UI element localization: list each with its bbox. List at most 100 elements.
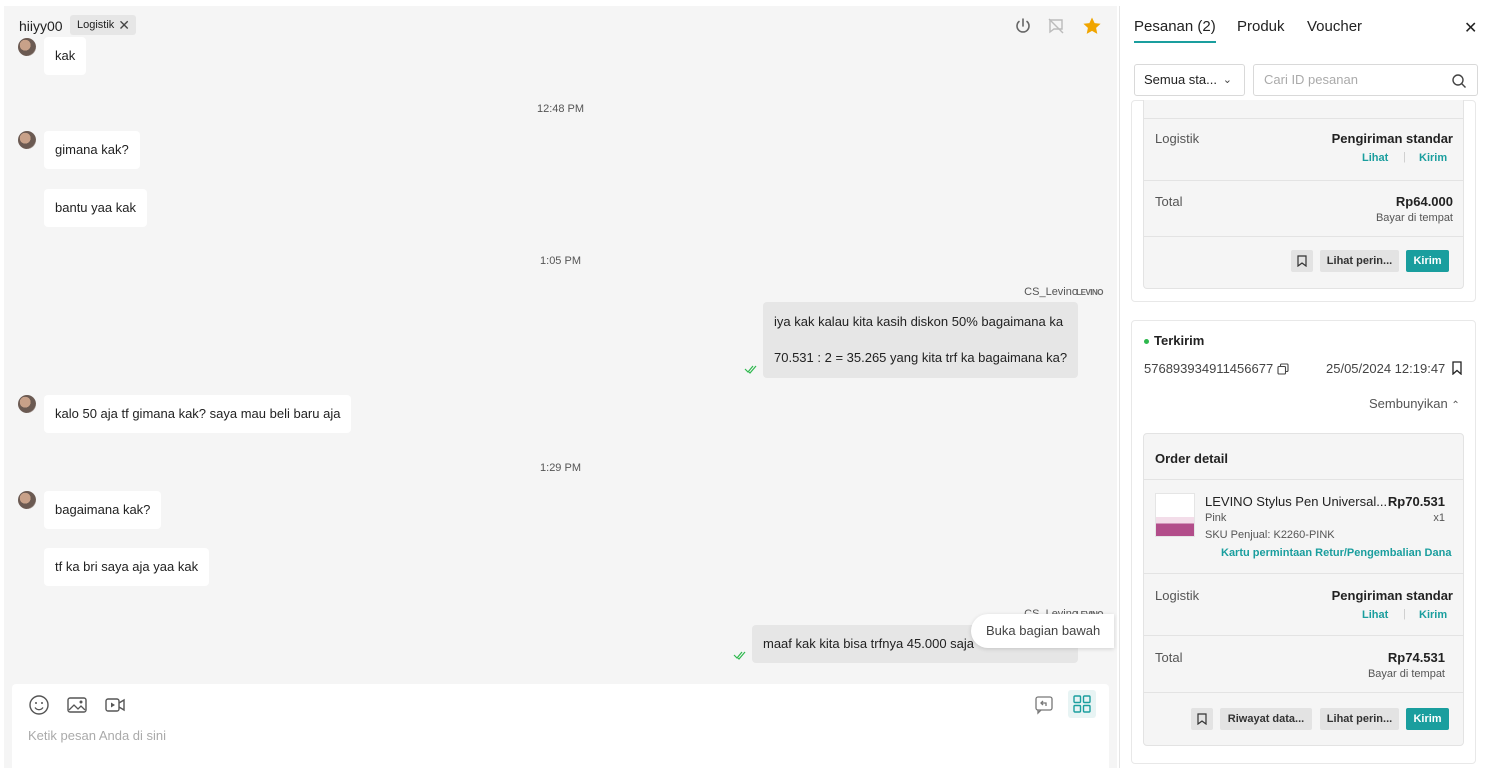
- status-filter-value: Semua sta...: [1144, 72, 1217, 87]
- order-status: Terkirim: [1154, 333, 1205, 348]
- view-shipping-link[interactable]: Lihat: [1362, 152, 1388, 164]
- logistic-value: Pengiriman standar: [1331, 131, 1453, 146]
- total-value: Rp74.531: [1387, 650, 1445, 665]
- product-name[interactable]: LEVINO Stylus Pen Universal...: [1205, 494, 1387, 509]
- chat-user-name: hiiyy00: [19, 18, 63, 34]
- read-check-icon: [744, 365, 757, 374]
- orders-panel: Pesanan (2) Produk Voucher ✕ Semua sta..…: [1119, 6, 1492, 768]
- timestamp: 1:05 PM: [540, 255, 581, 267]
- view-detail-button[interactable]: Lihat perin...: [1320, 708, 1399, 730]
- bookmark-icon: [1297, 255, 1307, 267]
- mark-unread-icon[interactable]: [1046, 16, 1066, 36]
- order-detail-box: Order detail LEVINO Stylus Pen Universal…: [1143, 433, 1464, 746]
- total-value: Rp64.000: [1395, 194, 1453, 209]
- payment-method: Bayar di tempat: [1367, 668, 1445, 680]
- panel-tabs: Pesanan (2) Produk Voucher ✕: [1120, 6, 1492, 46]
- send-shipping-link[interactable]: Kirim: [1419, 152, 1447, 164]
- bookmark-button[interactable]: [1291, 250, 1313, 272]
- send-button[interactable]: Kirim: [1406, 708, 1449, 730]
- divider: [1144, 118, 1463, 119]
- grid-icon: [1073, 695, 1091, 713]
- hide-details-toggle[interactable]: Sembunyikan ⌃: [1369, 396, 1460, 411]
- scroll-to-bottom-button[interactable]: Buka bagian bawah: [971, 614, 1114, 648]
- return-request-link[interactable]: Kartu permintaan Retur/Pengembalian Dana: [1221, 547, 1451, 559]
- tab-vouchers[interactable]: Voucher: [1307, 18, 1362, 35]
- emoji-icon[interactable]: [28, 694, 50, 716]
- divider: [1144, 236, 1463, 237]
- message-bubble: gimana kak?: [44, 131, 140, 169]
- video-icon[interactable]: [104, 694, 126, 716]
- order-card: Terkirim 576893934911456677 25/05/2024 1…: [1131, 320, 1476, 764]
- timestamp: 12:48 PM: [536, 103, 585, 115]
- chat-area: hiiyy00 Logistik ✕ kak 12:48 PM gimana k…: [4, 6, 1117, 768]
- sender-logo: LEVINO: [1076, 288, 1103, 297]
- power-icon[interactable]: [1013, 16, 1033, 36]
- bookmark-icon[interactable]: [1452, 361, 1462, 375]
- customer-avatar: [18, 491, 36, 509]
- search-placeholder: Cari ID pesanan: [1264, 72, 1358, 87]
- order-card: Logistik Pengiriman standar Lihat | Kiri…: [1131, 100, 1476, 302]
- customer-avatar: [18, 38, 36, 56]
- star-icon[interactable]: [1082, 16, 1102, 36]
- send-button[interactable]: Kirim: [1406, 250, 1449, 272]
- message-bubble: kalo 50 aja tf gimana kak? saya mau beli…: [44, 395, 352, 433]
- message-bubble: bantu yaa kak: [44, 189, 147, 227]
- message-bubble: tf ka bri saya aja yaa kak: [44, 548, 210, 586]
- total-label: Total: [1155, 194, 1183, 209]
- tab-products[interactable]: Produk: [1237, 18, 1285, 35]
- payment-method: Bayar di tempat: [1375, 212, 1453, 224]
- image-icon[interactable]: [66, 694, 88, 716]
- status-filter-select[interactable]: Semua sta... ⌄: [1134, 64, 1245, 96]
- customer-avatar: [18, 131, 36, 149]
- divider: [1144, 479, 1463, 480]
- order-search-input[interactable]: Cari ID pesanan: [1253, 64, 1478, 96]
- message-input[interactable]: Ketik pesan Anda di sini: [28, 728, 166, 743]
- send-shipping-link[interactable]: Kirim: [1419, 609, 1447, 621]
- read-check-icon: [733, 651, 746, 660]
- message-bubble: kak: [44, 37, 87, 75]
- message-bubble: bagaimana kak?: [44, 491, 162, 529]
- total-label: Total: [1155, 650, 1183, 665]
- outgoing-message-bubble: iya kak kalau kita kasih diskon 50% baga…: [763, 302, 1078, 378]
- copy-icon[interactable]: [1277, 363, 1289, 375]
- divider: [1144, 180, 1463, 181]
- logistic-label: Logistik: [1155, 131, 1200, 146]
- logistic-label: Logistik: [1155, 588, 1200, 603]
- tag-label: Logistik: [77, 19, 115, 31]
- bookmark-icon: [1197, 713, 1207, 725]
- divider: [1144, 573, 1463, 574]
- product-price: Rp70.531: [1387, 494, 1445, 509]
- order-detail-title: Order detail: [1155, 451, 1228, 466]
- order-id: 576893934911456677: [1144, 361, 1274, 376]
- link-separator: |: [1403, 608, 1406, 620]
- view-shipping-link[interactable]: Lihat: [1362, 609, 1388, 621]
- order-detail-box: Logistik Pengiriman standar Lihat | Kiri…: [1143, 100, 1464, 289]
- product-variant: Pink: [1205, 512, 1227, 524]
- logistic-value: Pengiriman standar: [1331, 588, 1453, 603]
- logistik-tag: Logistik ✕: [70, 15, 137, 35]
- toggle-label: Sembunyikan: [1369, 396, 1448, 411]
- message-line: 70.531 : 2 = 35.265 yang kita trf ka bag…: [774, 350, 1068, 365]
- search-icon[interactable]: [1451, 73, 1467, 89]
- chevron-up-icon: ⌃: [1451, 400, 1460, 411]
- product-thumbnail: [1155, 493, 1195, 537]
- product-quantity: x1: [1433, 512, 1445, 524]
- quick-reply-icon[interactable]: [1033, 694, 1055, 716]
- timestamp: 1:29 PM: [540, 462, 581, 474]
- message-line: iya kak kalau kita kasih diskon 50% baga…: [774, 314, 1064, 329]
- chevron-down-icon: ⌄: [1222, 74, 1232, 86]
- tab-orders[interactable]: Pesanan (2): [1134, 18, 1216, 43]
- sender-name: CS_Levino: [1024, 286, 1078, 298]
- tag-remove-icon[interactable]: ✕: [118, 15, 130, 35]
- product-sku: SKU Penjual: K2260-PINK: [1205, 529, 1335, 541]
- history-button[interactable]: Riwayat data...: [1220, 708, 1312, 730]
- status-dot: [1144, 339, 1149, 344]
- link-separator: |: [1403, 151, 1406, 163]
- divider: [1144, 635, 1463, 636]
- close-icon[interactable]: ✕: [1464, 18, 1477, 38]
- chat-header: hiiyy00 Logistik ✕: [4, 6, 1117, 44]
- divider: [1144, 692, 1463, 693]
- view-detail-button[interactable]: Lihat perin...: [1320, 250, 1399, 272]
- grid-menu-button[interactable]: [1068, 690, 1096, 718]
- bookmark-button[interactable]: [1191, 708, 1213, 730]
